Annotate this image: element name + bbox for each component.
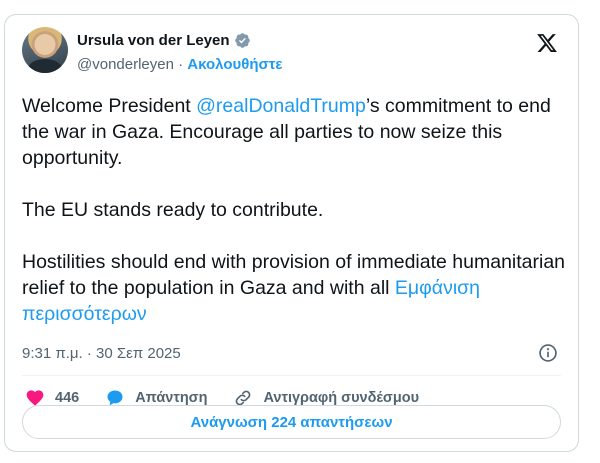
- author-name-row: Ursula von der Leyen: [77, 32, 251, 49]
- timestamp[interactable]: 9:31 π.μ. · 30 Σεπ 2025: [22, 345, 181, 362]
- tweet-text: Welcome President @realDonaldTrump’s com…: [22, 93, 567, 327]
- avatar[interactable]: [22, 27, 68, 73]
- read-replies-button[interactable]: Ανάγνωση 224 απαντήσεων: [22, 405, 561, 439]
- divider: [22, 375, 561, 376]
- x-logo-icon[interactable]: [536, 32, 558, 54]
- info-icon[interactable]: [538, 343, 558, 363]
- separator: ·: [173, 56, 188, 73]
- like-count: 446: [55, 390, 80, 406]
- tweet-card[interactable]: Ursula von der Leyen @vonderleyen · Ακολ…: [4, 14, 579, 452]
- reply-label: Απάντηση: [135, 390, 208, 406]
- copy-link-label: Αντιγραφή συνδέσμου: [263, 390, 420, 406]
- handle-row: @vonderleyen · Ακολουθήστε: [77, 56, 283, 73]
- author-handle[interactable]: @vonderleyen: [77, 56, 174, 73]
- tweet-text-start: Welcome President: [22, 95, 197, 117]
- follow-button[interactable]: Ακολουθήστε: [187, 56, 282, 73]
- mention-link[interactable]: @realDonaldTrump: [196, 95, 366, 117]
- tweet-text-body: ’s commitment to end the war in Gaza. En…: [22, 95, 566, 299]
- author-name[interactable]: Ursula von der Leyen: [77, 32, 230, 49]
- verified-badge-icon: [234, 33, 250, 48]
